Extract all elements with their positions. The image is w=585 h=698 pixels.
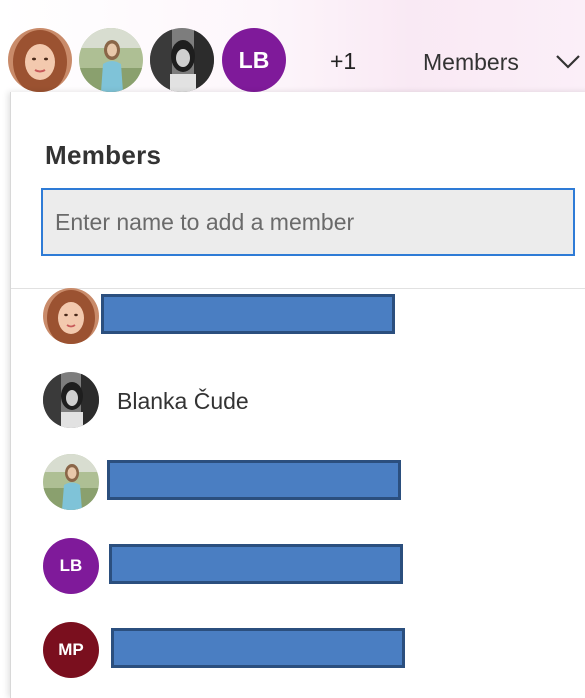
portrait-photo-icon (79, 28, 143, 92)
member-avatar-initials-lb: LB (43, 538, 99, 594)
member-row[interactable]: Blanka Čude (41, 372, 575, 438)
member-row[interactable]: MP (41, 622, 575, 688)
member-row[interactable]: LB (41, 538, 575, 604)
member-name: Blanka Čude (117, 388, 249, 414)
member-avatar-photo-2 (43, 454, 99, 510)
member-row[interactable] (41, 288, 575, 354)
portrait-photo-icon (43, 372, 99, 428)
member-avatar-photo-1 (43, 288, 99, 344)
member-avatar-initials-lb[interactable]: LB (222, 28, 286, 92)
add-member-input[interactable] (41, 188, 575, 256)
redacted-name (109, 544, 403, 584)
member-avatar-photo-2[interactable] (79, 28, 143, 92)
redacted-name (107, 460, 401, 500)
chevron-down-icon (556, 55, 580, 69)
member-avatar-photo-3 (43, 372, 99, 428)
more-members-count[interactable]: +1 (330, 48, 356, 75)
portrait-photo-icon (150, 28, 214, 92)
portrait-photo-icon (43, 288, 99, 344)
avatar-initials: MP (58, 640, 84, 659)
member-row[interactable] (41, 454, 575, 520)
members-panel: Members Bl (10, 92, 585, 698)
members-header-bar: LB +1 Members (0, 0, 585, 92)
avatar-initials: LB (59, 556, 83, 575)
members-dropdown-button[interactable]: Members (414, 40, 585, 84)
redacted-name (101, 294, 395, 334)
redacted-name (111, 628, 405, 668)
members-button-label: Members (423, 48, 519, 75)
portrait-photo-icon (43, 454, 99, 510)
member-avatar-initials-mp: MP (43, 622, 99, 678)
avatar-initials: LB (238, 46, 270, 73)
panel-title: Members (45, 140, 162, 170)
member-avatar-photo-1[interactable] (8, 28, 72, 92)
portrait-photo-icon (8, 28, 72, 92)
member-avatar-photo-3[interactable] (150, 28, 214, 92)
